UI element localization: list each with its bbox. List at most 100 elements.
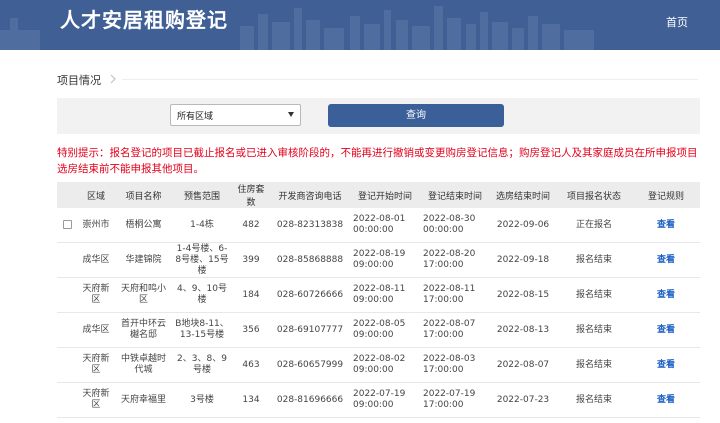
scope-cell: 1-4号楼、6-8号楼、15号楼 [172,242,232,278]
header-banner: 人才安居租购登记 首页 [0,0,720,50]
view-rule-link[interactable]: 查看 [657,360,675,370]
select-end-cell: 2022-09-18 [490,242,556,278]
phone-cell: 028-85868888 [270,242,350,278]
phone-cell: 028-60726666 [270,277,350,313]
end-time-cell: 2022-08-03 17:00:00 [420,347,490,383]
phone-cell: 028-60657999 [270,347,350,383]
row-checkbox-cell [57,347,77,383]
query-button[interactable]: 查询 [328,104,504,127]
scope-cell: 1-4栋 [172,208,232,243]
column-header: 选房结束时间 [490,182,556,208]
status-cell: 报名结束 [556,347,632,383]
table-row: 成华区 首开中环云樾名邸 B地块8-11、13-15号楼 356 028-691… [57,312,700,348]
region-select[interactable]: 所有区域 [170,104,301,126]
column-header: 登记结束时间 [420,182,490,208]
column-header: 项目报名状态 [556,182,632,208]
start-time-cell: 2022-08-01 00:00:00 [350,208,420,243]
rule-cell: 查看 [632,347,700,383]
units-cell: 184 [232,277,270,313]
rule-cell: 查看 [632,208,700,243]
table-row: 成华区 华建锦院 1-4号楼、6-8号楼、15号楼 399 028-858688… [57,242,700,278]
row-checkbox-cell [57,312,77,348]
start-time-cell: 2022-07-19 09:00:00 [350,382,420,418]
column-header: 项目名称 [115,182,172,208]
special-notice: 特别提示：报名登记的项目已截止报名或已进入审核阶段的，不能再进行撤销或变更购房登… [57,145,707,177]
scope-cell: 4、9、10号楼 [172,277,232,313]
project-name-cell: 天府和鸣小区 [115,277,172,313]
column-header: 开发商咨询电话 [270,182,350,208]
units-cell: 399 [232,242,270,278]
end-time-cell: 2022-08-07 17:00:00 [420,312,490,348]
units-cell: 356 [232,312,270,348]
row-checkbox-cell [57,277,77,313]
site-title: 人才安居租购登记 [60,8,228,32]
project-name-cell: 华建锦院 [115,242,172,278]
row-checkbox[interactable] [62,219,72,229]
phone-cell: 028-69107777 [270,312,350,348]
view-rule-link[interactable]: 查看 [657,325,675,335]
units-cell: 134 [232,382,270,418]
view-rule-link[interactable]: 查看 [657,220,675,230]
rule-cell: 查看 [632,277,700,313]
select-end-cell: 2022-08-13 [490,312,556,348]
status-cell: 正在报名 [556,208,632,243]
notice-line-1: 特别提示：报名登记的项目已截止报名或已进入审核阶段的，不能再进行撤销或变更购房登… [57,147,698,159]
region-cell: 天府新区 [77,347,115,383]
phone-cell: 028-81696666 [270,382,350,418]
select-end-cell: 2022-08-15 [490,277,556,313]
filter-bar: 所有区域 查询 [57,98,700,134]
units-cell: 463 [232,347,270,383]
end-time-cell: 2022-07-19 17:00:00 [420,382,490,418]
region-cell: 成华区 [77,312,115,348]
view-rule-link[interactable]: 查看 [657,255,675,265]
header-checkbox-cell [57,182,77,208]
status-cell: 报名结束 [556,382,632,418]
section-title: 项目情况 [57,74,101,87]
notice-line-2: 选房结束前不能申报其他项目。 [57,163,204,175]
region-cell: 成华区 [77,242,115,278]
chevron-right-icon [110,74,116,84]
view-rule-link[interactable]: 查看 [657,395,675,405]
home-link[interactable]: 首页 [666,14,688,30]
row-checkbox-cell [57,242,77,278]
end-time-cell: 2022-08-11 17:00:00 [420,277,490,313]
rule-cell: 查看 [632,242,700,278]
phone-cell: 028-82313838 [270,208,350,243]
units-cell: 482 [232,208,270,243]
row-checkbox-cell [57,208,77,243]
select-end-cell: 2022-07-23 [490,382,556,418]
region-cell: 天府新区 [77,382,115,418]
project-name-cell: 天府幸福里 [115,382,172,418]
project-name-cell: 中铁卓越时代城 [115,347,172,383]
status-cell: 报名结束 [556,277,632,313]
project-name-cell: 梧桐公寓 [115,208,172,243]
start-time-cell: 2022-08-11 09:00:00 [350,277,420,313]
status-cell: 报名结束 [556,242,632,278]
row-checkbox-cell [57,382,77,418]
region-select-value: 所有区域 [177,112,214,122]
start-time-cell: 2022-08-19 09:00:00 [350,242,420,278]
table-header-row: 区域 项目名称 预售范围 住房套数 开发商咨询电话 登记开始时间 登记结束时间 … [57,182,700,208]
end-time-cell: 2022-08-30 00:00:00 [420,208,490,243]
start-time-cell: 2022-08-02 09:00:00 [350,347,420,383]
caret-down-icon [288,112,294,117]
scope-cell: B地块8-11、13-15号楼 [172,312,232,348]
column-header: 登记规则 [632,182,700,208]
column-header: 住房套数 [232,182,270,208]
view-rule-link[interactable]: 查看 [657,290,675,300]
region-cell: 崇州市 [77,208,115,243]
projects-table: 区域 项目名称 预售范围 住房套数 开发商咨询电话 登记开始时间 登记结束时间 … [57,182,700,418]
table-row: 天府新区 中铁卓越时代城 2、3、8、9号楼 463 028-60657999 … [57,347,700,383]
select-end-cell: 2022-08-07 [490,347,556,383]
scope-cell: 3号楼 [172,382,232,418]
table-row: 天府新区 天府幸福里 3号楼 134 028-81696666 2022-07-… [57,382,700,418]
rule-cell: 查看 [632,312,700,348]
column-header: 区域 [77,182,115,208]
start-time-cell: 2022-08-05 09:00:00 [350,312,420,348]
section-divider [122,79,698,80]
table-row: 天府新区 天府和鸣小区 4、9、10号楼 184 028-60726666 20… [57,277,700,313]
status-cell: 报名结束 [556,312,632,348]
column-header: 登记开始时间 [350,182,420,208]
scope-cell: 2、3、8、9号楼 [172,347,232,383]
select-end-cell: 2022-09-06 [490,208,556,243]
